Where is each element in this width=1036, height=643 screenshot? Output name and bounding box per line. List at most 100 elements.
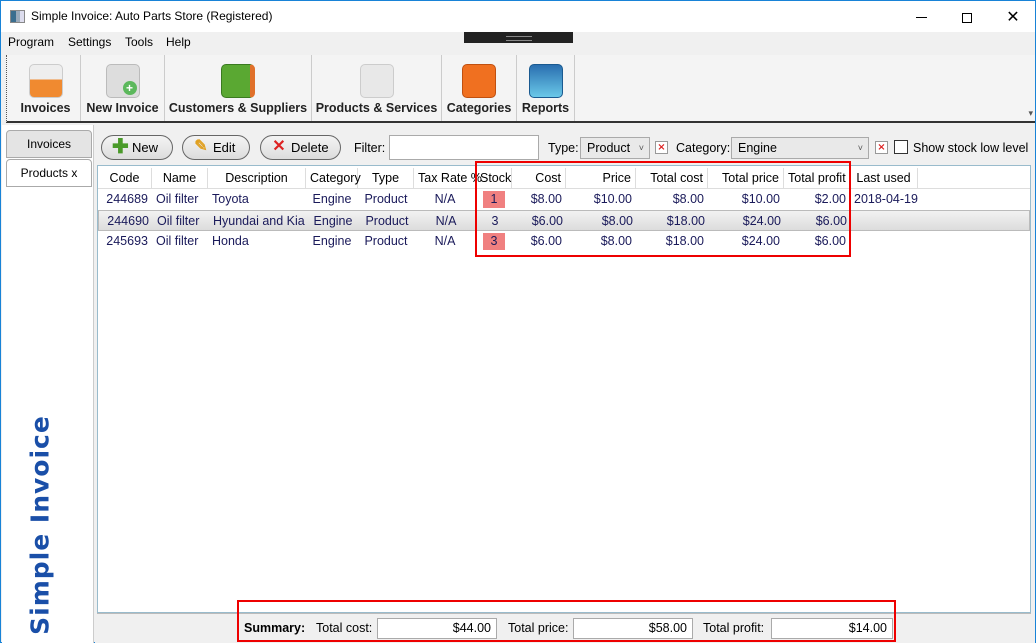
invoices-icon	[28, 64, 63, 98]
delete-button-label: Delete	[291, 140, 329, 155]
col-type[interactable]: Type	[358, 168, 414, 189]
cell-last-used	[851, 211, 919, 232]
cell-cost: $6.00	[530, 234, 562, 248]
col-category[interactable]: Category	[306, 168, 361, 189]
tab-invoices[interactable]: Invoices	[6, 130, 92, 158]
toolbar-new-invoice-button[interactable]: New Invoice	[81, 55, 165, 121]
category-select[interactable]: Engine ˅	[731, 137, 869, 159]
stock-low-badge: 1	[483, 191, 505, 208]
brand-logo: Simple Invoice	[10, 415, 70, 635]
filter-input[interactable]	[389, 135, 539, 160]
tab-products[interactable]: Products x	[6, 159, 92, 187]
col-name[interactable]: Name	[152, 168, 208, 189]
cell-tax-rate: N/A	[434, 234, 456, 248]
maximize-icon	[962, 12, 972, 23]
brand-text: Simple Invoice	[25, 415, 55, 635]
col-code[interactable]: Code	[98, 168, 152, 189]
address-book-icon	[221, 64, 255, 98]
col-cost[interactable]: Cost	[512, 168, 566, 189]
table-row[interactable]: 244689 Oil filter Toyota Engine Product …	[98, 189, 1030, 210]
cell-total-price: $24.00	[741, 234, 780, 248]
cell-stock: 3	[491, 214, 499, 228]
cell-total-profit: $6.00	[815, 214, 847, 228]
cell-total-price: $24.00	[742, 214, 781, 228]
maximize-button[interactable]	[944, 1, 990, 32]
toolbar-reports-label: Reports	[521, 101, 570, 115]
cell-type: Product	[364, 234, 408, 248]
clear-category-button[interactable]: ×	[875, 141, 888, 154]
cell-last-used: 2018-04-19	[854, 192, 918, 206]
table-row[interactable]: 244690 Oil filter Hyundai and Kia Engine…	[98, 210, 1030, 231]
cell-type: Product	[365, 214, 409, 228]
total-cost-value: $44.00	[377, 618, 497, 639]
col-price[interactable]: Price	[566, 168, 636, 189]
total-cost-label: Total cost:	[316, 621, 373, 635]
edit-button[interactable]: ✎ Edit	[182, 135, 250, 160]
total-profit-label: Total profit:	[703, 621, 765, 635]
stock-low-badge: 3	[483, 233, 505, 250]
category-select-value: Engine	[738, 141, 777, 155]
cell-tax-rate: N/A	[435, 214, 457, 228]
menu-program[interactable]: Program	[8, 35, 54, 49]
cell-last-used	[850, 231, 918, 252]
cell-total-price: $10.00	[741, 192, 780, 206]
sidebar: Invoices Products x Simple Invoice	[2, 125, 94, 643]
cell-code: 244690	[107, 214, 149, 228]
toolbar-products-button[interactable]: Products & Services	[312, 55, 442, 121]
new-button[interactable]: ✚ New	[101, 135, 173, 160]
close-button[interactable]: ✕	[990, 1, 1036, 32]
plus-icon: ✚	[112, 136, 129, 158]
close-icon: ✕	[1006, 7, 1020, 26]
total-price-label: Total price:	[508, 621, 569, 635]
cell-total-cost: $18.00	[665, 234, 704, 248]
app-window: Simple Invoice: Auto Parts Store (Regist…	[0, 0, 1036, 643]
col-last-used[interactable]: Last used	[850, 168, 918, 189]
delete-x-icon: ✕	[272, 138, 286, 155]
col-total-profit[interactable]: Total profit	[784, 168, 850, 189]
menu-tools[interactable]: Tools	[125, 35, 153, 49]
toolbar-customers-label: Customers & Suppliers	[168, 101, 308, 115]
new-button-label: New	[132, 140, 159, 155]
type-select[interactable]: Product ˅	[580, 137, 650, 159]
cell-price: $8.00	[600, 234, 632, 248]
chart-icon	[528, 64, 563, 98]
summary-bar: Summary: Total cost: $44.00 Total price:…	[97, 613, 1031, 641]
col-stock[interactable]: Stock	[476, 168, 512, 189]
col-tax-rate[interactable]: Tax Rate %	[414, 168, 482, 189]
hierarchy-icon	[462, 64, 496, 98]
toolbar-reports-button[interactable]: Reports	[517, 55, 575, 121]
window-title: Simple Invoice: Auto Parts Store (Regist…	[31, 9, 273, 23]
cell-tax-rate: N/A	[434, 192, 456, 206]
menu-settings[interactable]: Settings	[68, 35, 111, 49]
toolbar-categories-button[interactable]: Categories	[442, 55, 517, 121]
col-total-price[interactable]: Total price	[708, 168, 784, 189]
toolbar-invoices-button[interactable]: Invoices	[11, 55, 81, 121]
delete-button[interactable]: ✕ Delete	[260, 135, 341, 160]
type-select-value: Product	[587, 141, 631, 155]
total-profit-value: $14.00	[771, 618, 893, 639]
col-total-cost[interactable]: Total cost	[636, 168, 708, 189]
cell-name: Oil filter	[156, 234, 199, 248]
minimize-button[interactable]	[898, 1, 944, 32]
cell-cost: $8.00	[530, 192, 562, 206]
cell-code: 245693	[106, 234, 148, 248]
toolbar-overflow-icon[interactable]: ▾	[1028, 109, 1033, 119]
minimize-icon	[915, 17, 927, 18]
toolbar-invoices-label: Invoices	[20, 101, 71, 115]
toolbar-drag-handle[interactable]	[464, 32, 573, 43]
products-table: Code Name Description Category Type Tax …	[97, 165, 1031, 613]
menu-help[interactable]: Help	[166, 35, 191, 49]
cell-category: Engine	[313, 214, 353, 228]
cell-total-cost: $18.00	[666, 214, 705, 228]
cell-price: $8.00	[601, 214, 633, 228]
col-description[interactable]: Description	[208, 168, 306, 189]
show-stock-low-checkbox[interactable]	[894, 140, 908, 154]
cell-category: Engine	[312, 192, 352, 206]
cell-type: Product	[364, 192, 408, 206]
cell-total-profit: $2.00	[814, 192, 846, 206]
toolbar-products-label: Products & Services	[315, 101, 438, 115]
toolbar-customers-button[interactable]: Customers & Suppliers	[165, 55, 312, 121]
clear-type-button[interactable]: ×	[655, 141, 668, 154]
cell-stock: 1	[476, 189, 512, 210]
table-row[interactable]: 245693 Oil filter Honda Engine Product N…	[98, 231, 1030, 252]
